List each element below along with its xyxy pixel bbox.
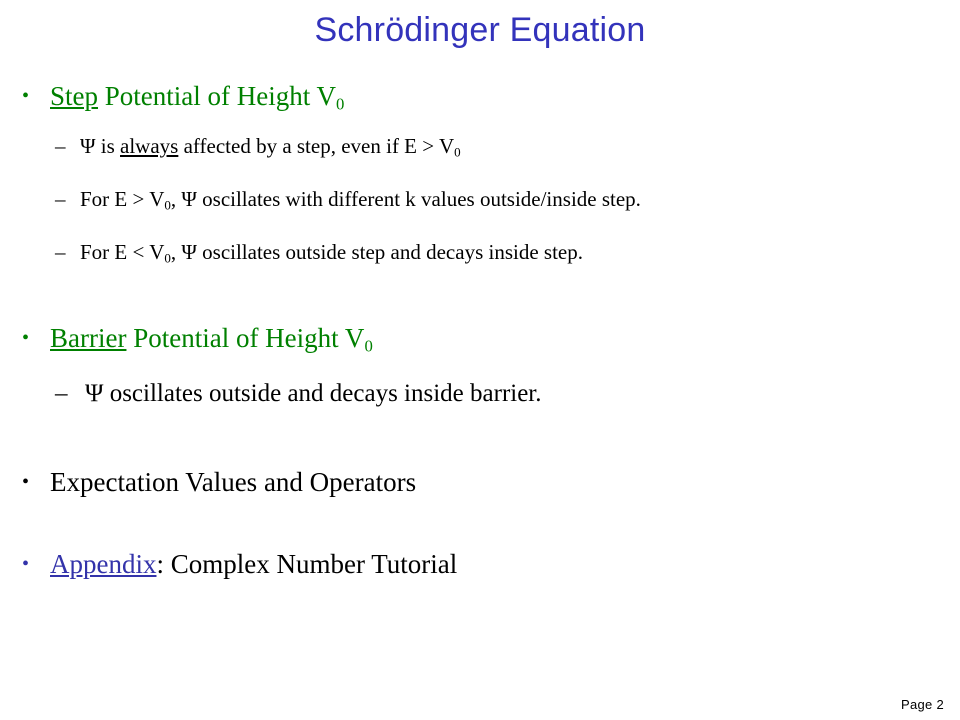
bullet-marker-dot: • xyxy=(22,85,30,107)
bullet-expectation-values-text: Expectation Values and Operators xyxy=(50,467,417,497)
psi-post: affected by a step, even if E > V xyxy=(178,134,455,158)
barrier-keyword: Barrier xyxy=(50,323,127,353)
always-keyword: always xyxy=(120,134,179,158)
sub-bullet-psi-barrier-text: Ψ oscillates outside and decays inside b… xyxy=(85,380,542,407)
e-less-pre: For E < V xyxy=(80,240,165,264)
slide-body: • Step Potential of Height V0 – Ψ is alw… xyxy=(0,0,960,720)
e-less-post: , Ψ oscillates outside step and decays i… xyxy=(170,240,583,264)
e-greater-post: , Ψ oscillates with different k values o… xyxy=(170,187,641,211)
bullet-step-potential-text: Step Potential of Height V0 xyxy=(50,80,345,114)
step-rest: Potential of Height V xyxy=(98,81,336,111)
sub-bullet-marker-dash: – xyxy=(55,380,68,407)
sub-bullet-e-less-v0-text: For E < V0, Ψ oscillates outside step an… xyxy=(80,239,583,265)
bullet-barrier-potential-text: Barrier Potential of Height V0 xyxy=(50,322,373,356)
sub-bullet-marker-dash: – xyxy=(55,134,66,158)
e-greater-pre: For E > V xyxy=(80,187,165,211)
bullet-appendix-text: Appendix: Complex Number Tutorial xyxy=(50,548,457,580)
slide-canvas: Schrödinger Equation • Step Potential of… xyxy=(0,0,960,720)
appendix-rest: : Complex Number Tutorial xyxy=(156,549,458,579)
sub-bullet-marker-dash: – xyxy=(55,240,66,264)
barrier-rest: Potential of Height V xyxy=(126,323,365,353)
step-keyword: Step xyxy=(50,81,99,111)
psi-pre: Ψ is xyxy=(80,134,121,158)
bullet-marker-dot: • xyxy=(22,327,30,349)
page-number: Page 2 xyxy=(900,697,944,712)
barrier-subscript: 0 xyxy=(364,336,373,356)
sub-bullet-e-greater-v0-text: For E > V0, Ψ oscillates with different … xyxy=(80,186,641,212)
bullet-marker-dot: • xyxy=(22,471,30,493)
psi-subscript: 0 xyxy=(454,144,461,160)
bullet-marker-dot: • xyxy=(22,553,30,575)
sub-bullet-marker-dash: – xyxy=(55,187,66,211)
sub-bullet-psi-always-affected-text: Ψ is always affected by a step, even if … xyxy=(80,133,461,159)
step-subscript: 0 xyxy=(336,94,345,114)
appendix-link[interactable]: Appendix xyxy=(50,549,156,579)
